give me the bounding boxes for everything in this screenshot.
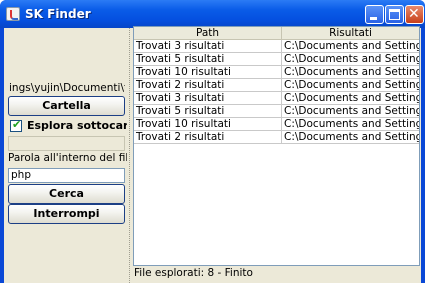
- path-cell: Trovati 3 risultati: [134, 92, 282, 104]
- results-cell: C:\Documents and Settings\...: [284, 118, 419, 130]
- folder-button[interactable]: Cartella: [8, 96, 125, 116]
- app-window: SK Finder ✕ ings\yujin\Documenti\test Ca…: [0, 0, 425, 283]
- subfolders-checkbox[interactable]: ✔: [10, 118, 22, 132]
- table-row[interactable]: Trovati 3 risultati C:\Documents and Set…: [134, 40, 419, 53]
- results-cell: C:\Documents and Settings\...: [284, 92, 419, 104]
- results-cell: C:\Documents and Settings\...: [284, 66, 419, 78]
- minimize-button[interactable]: [365, 5, 384, 24]
- java-app-icon[interactable]: [6, 7, 20, 21]
- minimize-icon: [370, 17, 377, 20]
- path-cell: Trovati 5 risultati: [134, 105, 282, 117]
- title-bar[interactable]: SK Finder ✕: [0, 0, 425, 28]
- results-cell: C:\Documents and Settings\...: [284, 53, 419, 65]
- close-button[interactable]: ✕: [405, 5, 424, 24]
- table-row[interactable]: Trovati 10 risultati C:\Documents and Se…: [134, 66, 419, 79]
- maximize-button[interactable]: [385, 5, 404, 24]
- path-cell: Trovati 10 risultati: [134, 118, 282, 130]
- results-cell: C:\Documents and Settings\...: [284, 131, 419, 143]
- table-header: Path Risultati: [134, 27, 419, 40]
- status-bar: File esplorati: 8 - Finito: [134, 267, 253, 279]
- maximize-icon: [389, 9, 400, 20]
- client-area: ings\yujin\Documenti\test Cartella ✔ Esp…: [4, 26, 421, 283]
- table-row[interactable]: Trovati 3 risultati C:\Documents and Set…: [134, 92, 419, 105]
- path-cell: Trovati 5 risultati: [134, 53, 282, 65]
- close-icon: ✕: [408, 6, 420, 22]
- table-row[interactable]: Trovati 2 risultati C:\Documents and Set…: [134, 79, 419, 92]
- search-input[interactable]: php: [8, 168, 125, 183]
- path-cell: Trovati 2 risultati: [134, 79, 282, 91]
- folder-path-field: ings\yujin\Documenti\test: [8, 80, 125, 96]
- checkmark-icon: ✔: [12, 118, 22, 131]
- table-row[interactable]: Trovati 2 risultati C:\Documents and Set…: [134, 131, 419, 144]
- column-header-path[interactable]: Path: [134, 27, 282, 40]
- results-table-panel[interactable]: Path Risultati Trovati 3 risultati C:\Do…: [133, 26, 420, 266]
- word-label: Parola all'interno del file: [8, 152, 135, 164]
- stop-button[interactable]: Interrompi: [8, 204, 125, 224]
- window-title: SK Finder: [25, 7, 91, 21]
- results-cell: C:\Documents and Settings\...: [284, 105, 419, 117]
- table-row[interactable]: Trovati 5 risultati C:\Documents and Set…: [134, 53, 419, 66]
- table-row[interactable]: Trovati 10 risultati C:\Documents and Se…: [134, 118, 419, 131]
- table-row[interactable]: Trovati 5 risultati C:\Documents and Set…: [134, 105, 419, 118]
- path-cell: Trovati 3 risultati: [134, 40, 282, 52]
- table-body: Trovati 3 risultati C:\Documents and Set…: [134, 40, 419, 144]
- empty-field: [8, 136, 125, 151]
- column-header-results[interactable]: Risultati: [282, 27, 419, 40]
- search-button[interactable]: Cerca: [8, 184, 125, 204]
- path-cell: Trovati 10 risultati: [134, 66, 282, 78]
- results-cell: C:\Documents and Settings\...: [284, 79, 419, 91]
- results-cell: C:\Documents and Settings\...: [284, 40, 419, 52]
- path-cell: Trovati 2 risultati: [134, 131, 282, 143]
